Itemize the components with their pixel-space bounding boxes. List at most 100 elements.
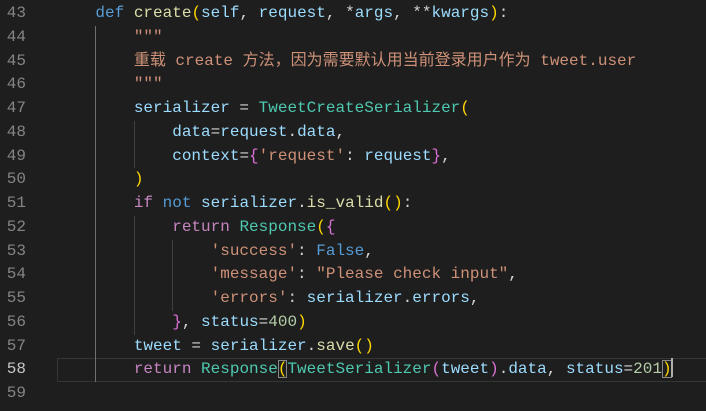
code-text[interactable]: .: [287, 123, 297, 141]
code-content[interactable]: 重载 create 方法，因为需要默认用当前登录用户作为 tweet.user: [57, 50, 706, 74]
code-text[interactable]: :: [499, 4, 509, 22]
variable-token[interactable]: self: [201, 4, 239, 22]
code-content[interactable]: serializer = TweetCreateSerializer(: [57, 97, 706, 121]
code-line[interactable]: 58 return Response(TweetSerializer(tweet…: [0, 358, 706, 382]
control-keyword-token[interactable]: if: [134, 194, 153, 212]
code-text[interactable]: :: [297, 265, 316, 283]
code-text[interactable]: :: [345, 147, 364, 165]
code-text[interactable]: ,: [364, 242, 374, 260]
line-number[interactable]: 55: [0, 287, 26, 311]
indentation[interactable]: [57, 4, 95, 22]
code-text[interactable]: :: [403, 194, 413, 212]
indentation[interactable]: [57, 147, 172, 165]
indentation[interactable]: [57, 360, 134, 378]
indentation[interactable]: [57, 337, 134, 355]
line-number[interactable]: 43: [0, 2, 26, 26]
code-content[interactable]: if not serializer.is_valid():: [57, 192, 706, 216]
code-content[interactable]: [57, 382, 706, 406]
class-name-token[interactable]: TweetSerializer: [287, 360, 431, 378]
variable-token[interactable]: data: [297, 123, 335, 141]
code-text[interactable]: :: [287, 289, 306, 307]
keyword-token[interactable]: False: [316, 242, 364, 260]
code-text[interactable]: .: [499, 360, 509, 378]
code-text[interactable]: ,: [441, 147, 451, 165]
variable-token[interactable]: serializer: [307, 289, 403, 307]
code-text[interactable]: =: [624, 360, 634, 378]
number-token[interactable]: 201: [633, 360, 662, 378]
function-name-token[interactable]: is_valid: [307, 194, 384, 212]
function-name-token[interactable]: create: [134, 4, 192, 22]
keyword-token[interactable]: def: [95, 4, 124, 22]
code-line[interactable]: 53 'success': False,: [0, 239, 706, 264]
bracket-token[interactable]: ): [489, 360, 499, 378]
bracket-token[interactable]: }: [432, 147, 442, 165]
line-number[interactable]: 49: [0, 145, 26, 169]
indentation[interactable]: [57, 52, 134, 70]
code-content[interactable]: data=request.data,: [57, 121, 706, 145]
code-text[interactable]: =: [182, 337, 211, 355]
variable-token[interactable]: serializer: [134, 99, 230, 117]
bracket-token[interactable]: }: [172, 313, 182, 331]
variable-token[interactable]: request: [220, 123, 287, 141]
string-token[interactable]: 重载 create 方法，因为需要默认用当前登录用户作为 tweet.user: [134, 52, 636, 70]
string-token[interactable]: """: [134, 28, 163, 46]
code-content[interactable]: 'message': "Please check input",: [57, 263, 706, 287]
code-text[interactable]: ,: [470, 289, 480, 307]
code-text[interactable]: [191, 360, 201, 378]
code-content[interactable]: """: [57, 26, 706, 50]
code-content[interactable]: 'success': False,: [57, 240, 706, 264]
code-text[interactable]: .: [297, 194, 307, 212]
indentation[interactable]: [57, 265, 211, 283]
code-text[interactable]: ,: [182, 313, 201, 331]
code-text[interactable]: ,: [239, 4, 258, 22]
class-name-token[interactable]: Response: [239, 218, 316, 236]
code-content[interactable]: return Response({: [57, 216, 706, 240]
code-line[interactable]: 54 'message': "Please check input",: [0, 263, 706, 287]
class-name-token[interactable]: Response: [201, 360, 278, 378]
variable-token[interactable]: serializer: [201, 194, 297, 212]
code-text[interactable]: *: [345, 4, 355, 22]
indentation[interactable]: [57, 242, 211, 260]
variable-token[interactable]: serializer: [211, 337, 307, 355]
bracket-token[interactable]: (: [431, 360, 441, 378]
indentation[interactable]: [57, 170, 134, 188]
line-number[interactable]: 52: [0, 216, 26, 240]
code-line[interactable]: 59: [0, 382, 706, 406]
keyword-token[interactable]: not: [163, 194, 192, 212]
string-token[interactable]: """: [134, 75, 163, 93]
bracket-token[interactable]: ): [489, 4, 499, 22]
code-content[interactable]: context={'request': request},: [57, 145, 706, 169]
code-line[interactable]: 50 ): [0, 168, 706, 192]
code-content[interactable]: }, status=400): [57, 311, 706, 335]
code-text[interactable]: [124, 4, 134, 22]
number-token[interactable]: 400: [268, 313, 297, 331]
indentation[interactable]: [57, 194, 134, 212]
line-number[interactable]: 44: [0, 26, 26, 50]
class-name-token[interactable]: TweetCreateSerializer: [259, 99, 461, 117]
code-content[interactable]: return Response(TweetSerializer(tweet).d…: [57, 358, 706, 382]
variable-token[interactable]: data: [508, 360, 546, 378]
code-text[interactable]: :: [297, 242, 316, 260]
code-line[interactable]: 52 return Response({: [0, 215, 706, 240]
variable-token[interactable]: kwargs: [432, 4, 490, 22]
variable-token[interactable]: data: [172, 123, 210, 141]
code-content[interactable]: def create(self, request, *args, **kwarg…: [57, 2, 706, 26]
control-keyword-token[interactable]: return: [134, 360, 192, 378]
string-token[interactable]: 'success': [211, 242, 297, 260]
line-number[interactable]: 47: [0, 97, 26, 121]
line-number[interactable]: 46: [0, 73, 26, 97]
code-text[interactable]: ,: [547, 360, 566, 378]
code-line[interactable]: 47 serializer = TweetCreateSerializer(: [0, 97, 706, 121]
code-line[interactable]: 46 """: [0, 73, 706, 97]
bracket-token[interactable]: (): [383, 194, 402, 212]
line-number[interactable]: 56: [0, 311, 26, 335]
code-text[interactable]: ,: [393, 4, 412, 22]
code-text[interactable]: ,: [326, 4, 345, 22]
bracket-token[interactable]: (): [355, 337, 374, 355]
code-line[interactable]: 45 重载 create 方法，因为需要默认用当前登录用户作为 tweet.us…: [0, 49, 706, 74]
variable-token[interactable]: status: [201, 313, 259, 331]
code-line[interactable]: 43 def create(self, request, *args, **kw…: [0, 2, 706, 26]
code-line[interactable]: 44 """: [0, 25, 706, 50]
line-number[interactable]: 59: [0, 382, 26, 406]
code-text[interactable]: ,: [335, 123, 345, 141]
